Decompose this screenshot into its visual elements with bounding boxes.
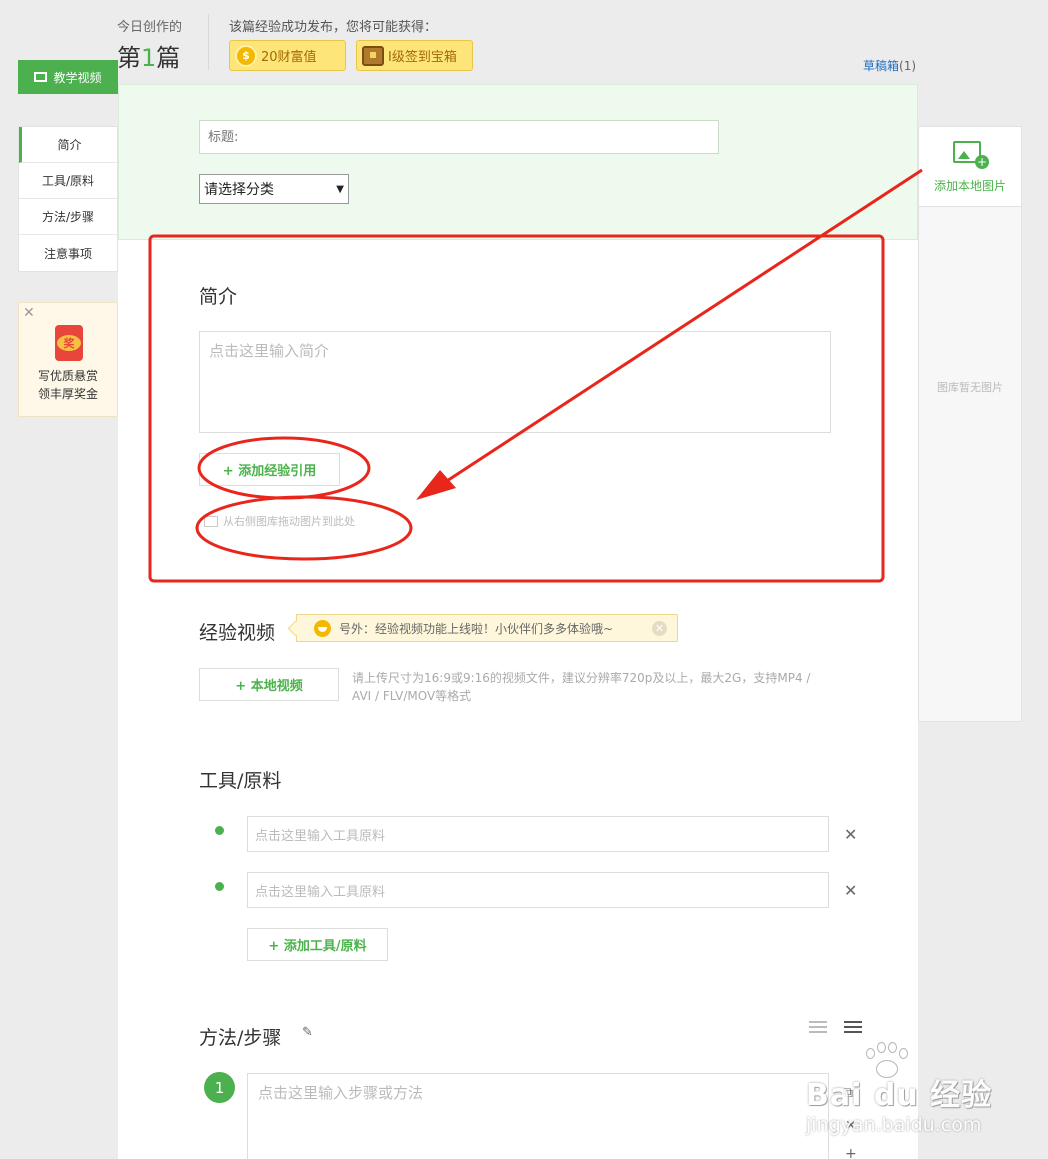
steps-heading: 方法/步骤: [199, 1027, 282, 1049]
drafts-label[interactable]: 草稿箱: [863, 59, 899, 73]
plus-icon: +: [975, 155, 989, 169]
ordered-list-icon[interactable]: [809, 1021, 827, 1037]
drag-hint-text: 从右侧图库拖动图片到此处: [223, 515, 355, 528]
video-heading: 经验视频: [199, 622, 276, 644]
drafts-count: (1): [899, 59, 917, 73]
intro-textarea[interactable]: 点击这里输入简介: [199, 331, 831, 433]
editor-title-panel: [118, 84, 918, 240]
reward-tip: 该篇经验成功发布，您将可能获得：: [229, 20, 438, 35]
nav-item-steps[interactable]: 方法/步骤: [19, 199, 117, 235]
add-reference-button[interactable]: + 添加经验引用: [199, 453, 340, 486]
intro-heading: 简介: [199, 286, 238, 308]
created-today-label: 今日创作的: [117, 20, 183, 35]
drag-image-hint: 从右侧图库拖动图片到此处: [204, 513, 355, 529]
reward-wealth-label: 20财富值: [261, 50, 317, 65]
reward-wealth-badge: $ 20财富值: [229, 40, 346, 71]
bullet-dot: [215, 826, 224, 835]
treasure-chest-icon: [362, 45, 384, 66]
envelope-seal: 奖: [57, 335, 81, 351]
video-notice-text: 号外：经验视频功能上线啦！小伙伴们多多体验哦~: [339, 621, 614, 636]
step-number-badge: 1: [204, 1072, 235, 1103]
step-textarea[interactable]: 点击这里输入步骤或方法: [247, 1073, 829, 1159]
category-value: 请选择分类: [204, 182, 274, 198]
baidu-watermark: Bai du 经验 jingyan.baidu.com: [806, 1042, 1006, 1142]
tutorial-video-button[interactable]: 教学视频: [18, 60, 118, 94]
count-suffix: 篇: [156, 44, 181, 72]
tool-input-1[interactable]: 点击这里输入工具原料: [247, 816, 829, 852]
watermark-brand: Bai du 经验: [806, 1078, 993, 1113]
local-video-button[interactable]: + 本地视频: [199, 668, 339, 701]
header-divider: [208, 14, 209, 70]
promo-line-2: 领丰厚奖金: [37, 387, 98, 401]
dropdown-arrow-icon: ▼: [336, 183, 344, 195]
promo-line-1: 写优质悬赏: [37, 369, 98, 383]
pencil-icon[interactable]: ✎: [302, 1025, 313, 1040]
video-notice: 号外：经验视频功能上线啦！小伙伴们多多体验哦~ ✕: [296, 614, 678, 642]
picture-icon: [204, 515, 218, 527]
video-help-text: 请上传尺寸为16:9或9:16的视频文件，建议分辨率720p及以上，最大2G，支…: [352, 671, 811, 703]
unordered-list-icon[interactable]: [844, 1021, 862, 1037]
category-select[interactable]: 请选择分类 ▼: [199, 174, 349, 204]
remove-tool-1-icon[interactable]: ✕: [844, 825, 857, 844]
count-number: 1: [141, 44, 157, 72]
bullet-dot: [215, 882, 224, 891]
add-local-image-label: 添加本地图片: [933, 179, 1006, 193]
tool-input-2[interactable]: 点击这里输入工具原料: [247, 872, 829, 908]
add-step-icon[interactable]: +: [845, 1146, 857, 1159]
coin-icon: $: [235, 44, 257, 67]
title-input[interactable]: [199, 120, 719, 154]
reward-chest-badge: I级签到宝箱: [356, 40, 473, 71]
add-local-image-button[interactable]: + 添加本地图片: [919, 127, 1021, 207]
nav-item-notes[interactable]: 注意事项: [19, 235, 117, 271]
remove-tool-2-icon[interactable]: ✕: [844, 881, 857, 900]
gallery-empty-text: 图库暂无图片: [937, 381, 1003, 394]
tools-heading: 工具/原料: [199, 770, 282, 792]
reward-chest-label: I级签到宝箱: [388, 50, 457, 65]
drafts-link[interactable]: 草稿箱(1): [863, 57, 916, 74]
image-gallery-panel: + 添加本地图片 图库暂无图片: [918, 126, 1022, 722]
nav-item-intro[interactable]: 简介: [19, 127, 117, 163]
tutorial-video-label: 教学视频: [53, 70, 102, 85]
add-tool-button[interactable]: + 添加工具/原料: [247, 928, 388, 961]
watermark-url: jingyan.baidu.com: [806, 1114, 982, 1136]
section-nav: 简介 工具/原料 方法/步骤 注意事项: [18, 126, 118, 272]
red-envelope-icon: 奖: [55, 325, 83, 361]
count-prefix: 第: [117, 44, 141, 72]
promo-text: 写优质悬赏 领丰厚奖金: [19, 367, 117, 403]
close-icon[interactable]: ✕: [23, 305, 35, 321]
notice-close-icon[interactable]: ✕: [652, 621, 667, 636]
film-icon: [34, 72, 48, 82]
nav-item-tools[interactable]: 工具/原料: [19, 163, 117, 199]
smile-icon: [314, 620, 331, 637]
article-count: 第1篇: [117, 38, 180, 73]
bounty-promo[interactable]: ✕ 奖 写优质悬赏 领丰厚奖金: [18, 302, 118, 417]
